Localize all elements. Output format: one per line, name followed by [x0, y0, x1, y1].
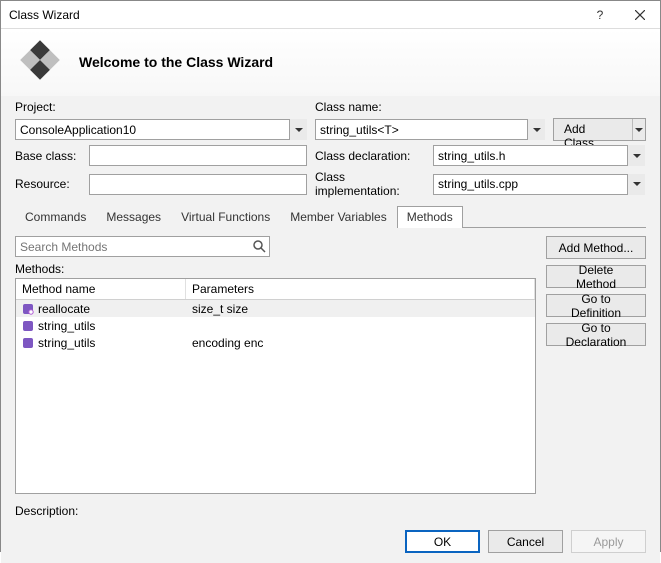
col-header-params[interactable]: Parameters [186, 279, 535, 299]
form-area: Project: Class name: Add Class... [1, 96, 660, 228]
class-name-label: Class name: [315, 100, 382, 114]
resource-input[interactable] [89, 174, 307, 195]
method-func-icon [22, 303, 34, 315]
delete-method-button[interactable]: Delete Method [546, 265, 646, 288]
method-params: size_t size [186, 299, 535, 319]
window-title: Class Wizard [9, 8, 580, 22]
footer: OK Cancel Apply [1, 524, 660, 563]
method-name: string_utils [38, 336, 95, 350]
methods-grid[interactable]: Method name Parameters reallocate size_t … [15, 278, 536, 494]
go-to-declaration-button[interactable]: Go to Declaration [546, 323, 646, 346]
table-row[interactable]: string_utils encoding enc [16, 334, 535, 351]
method-params [186, 323, 535, 329]
description-area: Description: [1, 498, 660, 524]
search-icon [252, 239, 266, 253]
project-label: Project: [15, 100, 56, 114]
col-header-name[interactable]: Method name [16, 279, 186, 299]
method-ctor-icon [22, 337, 34, 349]
header: Welcome to the Class Wizard [1, 29, 660, 96]
body-area: Methods: Method name Parameters realloca… [1, 228, 660, 498]
project-dropdown-icon[interactable] [289, 119, 307, 140]
method-params: encoding enc [186, 333, 535, 353]
add-class-label: Add Class... [554, 119, 633, 140]
tab-commands[interactable]: Commands [15, 206, 96, 228]
page-title: Welcome to the Class Wizard [79, 54, 273, 70]
add-method-button[interactable]: Add Method... [546, 236, 646, 259]
tab-virtual-functions[interactable]: Virtual Functions [171, 206, 280, 228]
table-row[interactable]: reallocate size_t size [16, 300, 535, 317]
class-implementation-dropdown-icon[interactable] [627, 174, 645, 195]
right-pane: Add Method... Delete Method Go to Defini… [546, 236, 646, 494]
ok-button[interactable]: OK [405, 530, 480, 553]
grid-header: Method name Parameters [16, 279, 535, 300]
tab-strip: Commands Messages Virtual Functions Memb… [15, 206, 646, 228]
method-name: string_utils [38, 319, 95, 333]
methods-label: Methods: [15, 262, 536, 276]
resource-label: Resource: [15, 177, 83, 191]
tab-messages[interactable]: Messages [96, 206, 171, 228]
method-ctor-icon [22, 320, 34, 332]
class-name-select[interactable] [315, 119, 545, 140]
add-class-dropdown-icon[interactable] [633, 119, 645, 140]
add-class-button[interactable]: Add Class... [553, 118, 646, 141]
apply-button: Apply [571, 530, 646, 553]
close-icon [635, 10, 645, 20]
cancel-button[interactable]: Cancel [488, 530, 563, 553]
help-button[interactable]: ? [580, 1, 620, 29]
class-implementation-select[interactable] [433, 174, 645, 195]
left-pane: Methods: Method name Parameters realloca… [15, 236, 536, 494]
base-class-input[interactable] [89, 145, 307, 166]
class-declaration-select[interactable] [433, 145, 645, 166]
go-to-definition-button[interactable]: Go to Definition [546, 294, 646, 317]
titlebar: Class Wizard ? [1, 1, 660, 29]
class-name-dropdown-icon[interactable] [527, 119, 545, 140]
search-input[interactable] [15, 236, 270, 257]
class-declaration-dropdown-icon[interactable] [627, 145, 645, 166]
project-select[interactable] [15, 119, 307, 140]
wizard-logo-icon [15, 35, 65, 88]
table-row[interactable]: string_utils [16, 317, 535, 334]
class-implementation-label: Class implementation: [315, 170, 427, 198]
tab-methods[interactable]: Methods [397, 206, 463, 228]
base-class-label: Base class: [15, 149, 83, 163]
method-name: reallocate [38, 302, 90, 316]
tab-member-variables[interactable]: Member Variables [280, 206, 396, 228]
description-label: Description: [15, 504, 78, 518]
class-declaration-label: Class declaration: [315, 149, 427, 163]
close-button[interactable] [620, 1, 660, 29]
